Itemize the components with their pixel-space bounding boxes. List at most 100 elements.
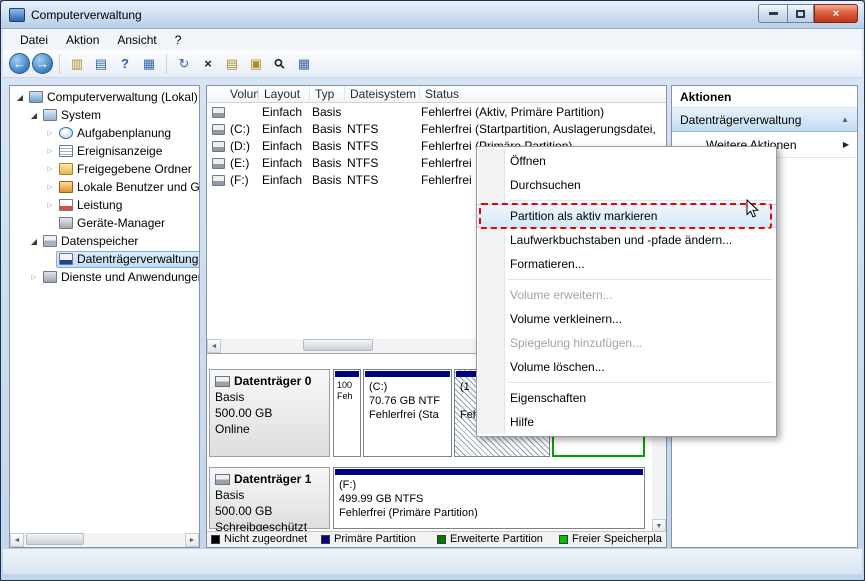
close-icon: ×: [832, 7, 840, 20]
forward-icon[interactable]: →: [32, 53, 53, 74]
maximize-button[interactable]: [787, 4, 814, 23]
actions-section-datentraegerverwaltung[interactable]: Datenträgerverwaltung ▲: [672, 108, 857, 132]
menu-item-formatieren[interactable]: Formatieren...: [477, 252, 776, 276]
event-viewer-icon: [59, 145, 73, 157]
delete-icon[interactable]: ×: [197, 53, 219, 75]
help-icon[interactable]: ?: [114, 53, 136, 75]
volume-icon: [212, 124, 225, 135]
performance-icon: [59, 199, 73, 211]
tree-horizontal-scrollbar[interactable]: ◄ ►: [10, 533, 199, 547]
menu-ansicht[interactable]: Ansicht: [108, 31, 165, 49]
console-tree: ◢ Computerverwaltung (Lokal) ◢ System ▷ …: [10, 88, 199, 286]
back-icon[interactable]: ←: [9, 53, 30, 74]
partition-legend: Nicht zugeordnet Primäre Partition Erwei…: [207, 531, 666, 547]
tree-item-freigegebene-ordner[interactable]: ▷ Freigegebene Ordner: [10, 160, 199, 178]
scroll-left-icon[interactable]: ◄: [207, 339, 221, 353]
expand-icon[interactable]: ◢: [28, 237, 40, 246]
task-scheduler-icon: [59, 127, 73, 139]
open-icon[interactable]: ▣: [245, 53, 267, 75]
legend-swatch-primary: [321, 534, 330, 544]
expand-icon[interactable]: ▷: [44, 183, 56, 191]
menu-item-partition-als-aktiv-markieren[interactable]: Partition als aktiv markieren: [477, 203, 776, 229]
tree-item-lokale-benutzer[interactable]: ▷ Lokale Benutzer und Gru: [10, 178, 199, 196]
menu-item-eigenschaften[interactable]: Eigenschaften: [477, 386, 776, 410]
disk-0-label[interactable]: Datenträger 0 Basis 500.00 GB Online: [209, 369, 330, 457]
tree-item-leistung[interactable]: ▷ Leistung: [10, 196, 199, 214]
computer-management-window: Computerverwaltung × Datei Aktion Ansich…: [0, 0, 865, 581]
toolbar-separator: [166, 53, 167, 74]
menu-datei[interactable]: Datei: [11, 31, 57, 49]
menu-separator: [508, 382, 773, 383]
app-icon: [9, 7, 25, 22]
users-icon: [59, 181, 73, 193]
tree-item-dienste-und-anwendungen[interactable]: ▷ Dienste und Anwendungen: [10, 268, 199, 286]
export-list-icon[interactable]: ▤: [90, 53, 112, 75]
tree-item-datenspeicher[interactable]: ◢ Datenspeicher: [10, 232, 199, 250]
tree-item-geraete-manager[interactable]: Geräte-Manager: [10, 214, 199, 232]
primary-partition-stripe: [365, 371, 450, 377]
toolbar-separator: [59, 53, 60, 74]
tree-item-system[interactable]: ◢ System: [10, 106, 199, 124]
menu-aktion[interactable]: Aktion: [57, 31, 108, 49]
volume-row[interactable]: (C:) Einfach Basis NTFS Fehlerfrei (Star…: [207, 121, 666, 138]
expand-icon[interactable]: ▷: [44, 147, 56, 155]
scrollbar-thumb[interactable]: [26, 533, 84, 545]
column-volume[interactable]: Volume: [207, 86, 259, 103]
column-dateisystem[interactable]: Dateisystem: [345, 86, 420, 103]
tree-item-datentraegerverwaltung[interactable]: Datenträgerverwaltung: [10, 250, 199, 268]
expand-icon[interactable]: ▷: [44, 165, 56, 173]
tree-item-aufgabenplanung[interactable]: ▷ Aufgabenplanung: [10, 124, 199, 142]
find-icon[interactable]: ⚲: [269, 53, 291, 75]
system-icon: [43, 109, 57, 121]
primary-partition-stripe: [335, 469, 643, 475]
menu-item-oeffnen[interactable]: Öffnen: [477, 149, 776, 173]
submenu-arrow-icon: ▶: [842, 140, 849, 149]
menu-item-durchsuchen[interactable]: Durchsuchen: [477, 173, 776, 197]
menu-item-hilfe[interactable]: Hilfe: [477, 410, 776, 434]
disk-drive-icon: [215, 473, 230, 485]
menu-separator: [508, 200, 773, 201]
properties-icon[interactable]: ▤: [221, 53, 243, 75]
legend-swatch-unallocated: [211, 534, 220, 544]
volume-icon: [212, 107, 225, 118]
console-tree-panel: ◢ Computerverwaltung (Lokal) ◢ System ▷ …: [9, 85, 200, 548]
volume-row[interactable]: Einfach Basis Fehlerfrei (Aktiv, Primäre…: [207, 104, 666, 121]
tree-item-ereignisanzeige[interactable]: ▷ Ereignisanzeige: [10, 142, 199, 160]
menu-separator: [508, 279, 773, 280]
partition-c[interactable]: (C:) 70.76 GB NTF Fehlerfrei (Sta: [363, 369, 452, 457]
scroll-right-icon[interactable]: ►: [185, 533, 199, 547]
menu-item-laufwerkbuchstaben-aendern[interactable]: Laufwerkbuchstaben und -pfade ändern...: [477, 228, 776, 252]
filter-icon[interactable]: ▦: [293, 53, 315, 75]
partition-system-reserved[interactable]: 100 Feh: [333, 369, 361, 457]
expand-icon[interactable]: ◢: [14, 93, 26, 102]
scrollbar-thumb[interactable]: [303, 339, 373, 351]
primary-partition-stripe: [335, 371, 359, 377]
chevron-up-icon[interactable]: ▲: [841, 115, 849, 124]
scroll-left-icon[interactable]: ◄: [10, 533, 24, 547]
window-controls: ×: [758, 4, 858, 23]
refresh-icon[interactable]: ↻: [173, 53, 195, 75]
show-console-tree-icon[interactable]: ▥: [66, 53, 88, 75]
volume-icon: [212, 141, 225, 152]
views-icon[interactable]: ▦: [138, 53, 160, 75]
titlebar[interactable]: Computerverwaltung ×: [1, 1, 864, 29]
tree-item-computerverwaltung[interactable]: ◢ Computerverwaltung (Lokal): [10, 88, 199, 106]
disk-1-label[interactable]: Datenträger 1 Basis 500.00 GB Schreibges…: [209, 467, 330, 531]
disk-management-icon: [59, 253, 73, 265]
close-button[interactable]: ×: [814, 4, 858, 23]
expand-icon[interactable]: ▷: [28, 273, 40, 281]
expand-icon[interactable]: ▷: [44, 129, 56, 137]
menu-hilfe[interactable]: ?: [166, 31, 191, 49]
legend-item: Primäre Partition: [321, 533, 416, 545]
expand-icon[interactable]: ▷: [44, 201, 56, 209]
menu-item-volume-loeschen[interactable]: Volume löschen...: [477, 355, 776, 379]
menu-item-volume-verkleinern[interactable]: Volume verkleinern...: [477, 307, 776, 331]
window-title: Computerverwaltung: [31, 7, 142, 22]
column-status[interactable]: Status: [420, 86, 666, 103]
partition-f[interactable]: (F:) 499.99 GB NTFS Fehlerfrei (Primäre …: [333, 467, 645, 529]
column-typ[interactable]: Typ: [310, 86, 345, 103]
expand-icon[interactable]: ◢: [28, 111, 40, 120]
status-bar: [3, 548, 862, 574]
minimize-button[interactable]: [758, 4, 787, 23]
column-layout[interactable]: Layout: [259, 86, 310, 103]
